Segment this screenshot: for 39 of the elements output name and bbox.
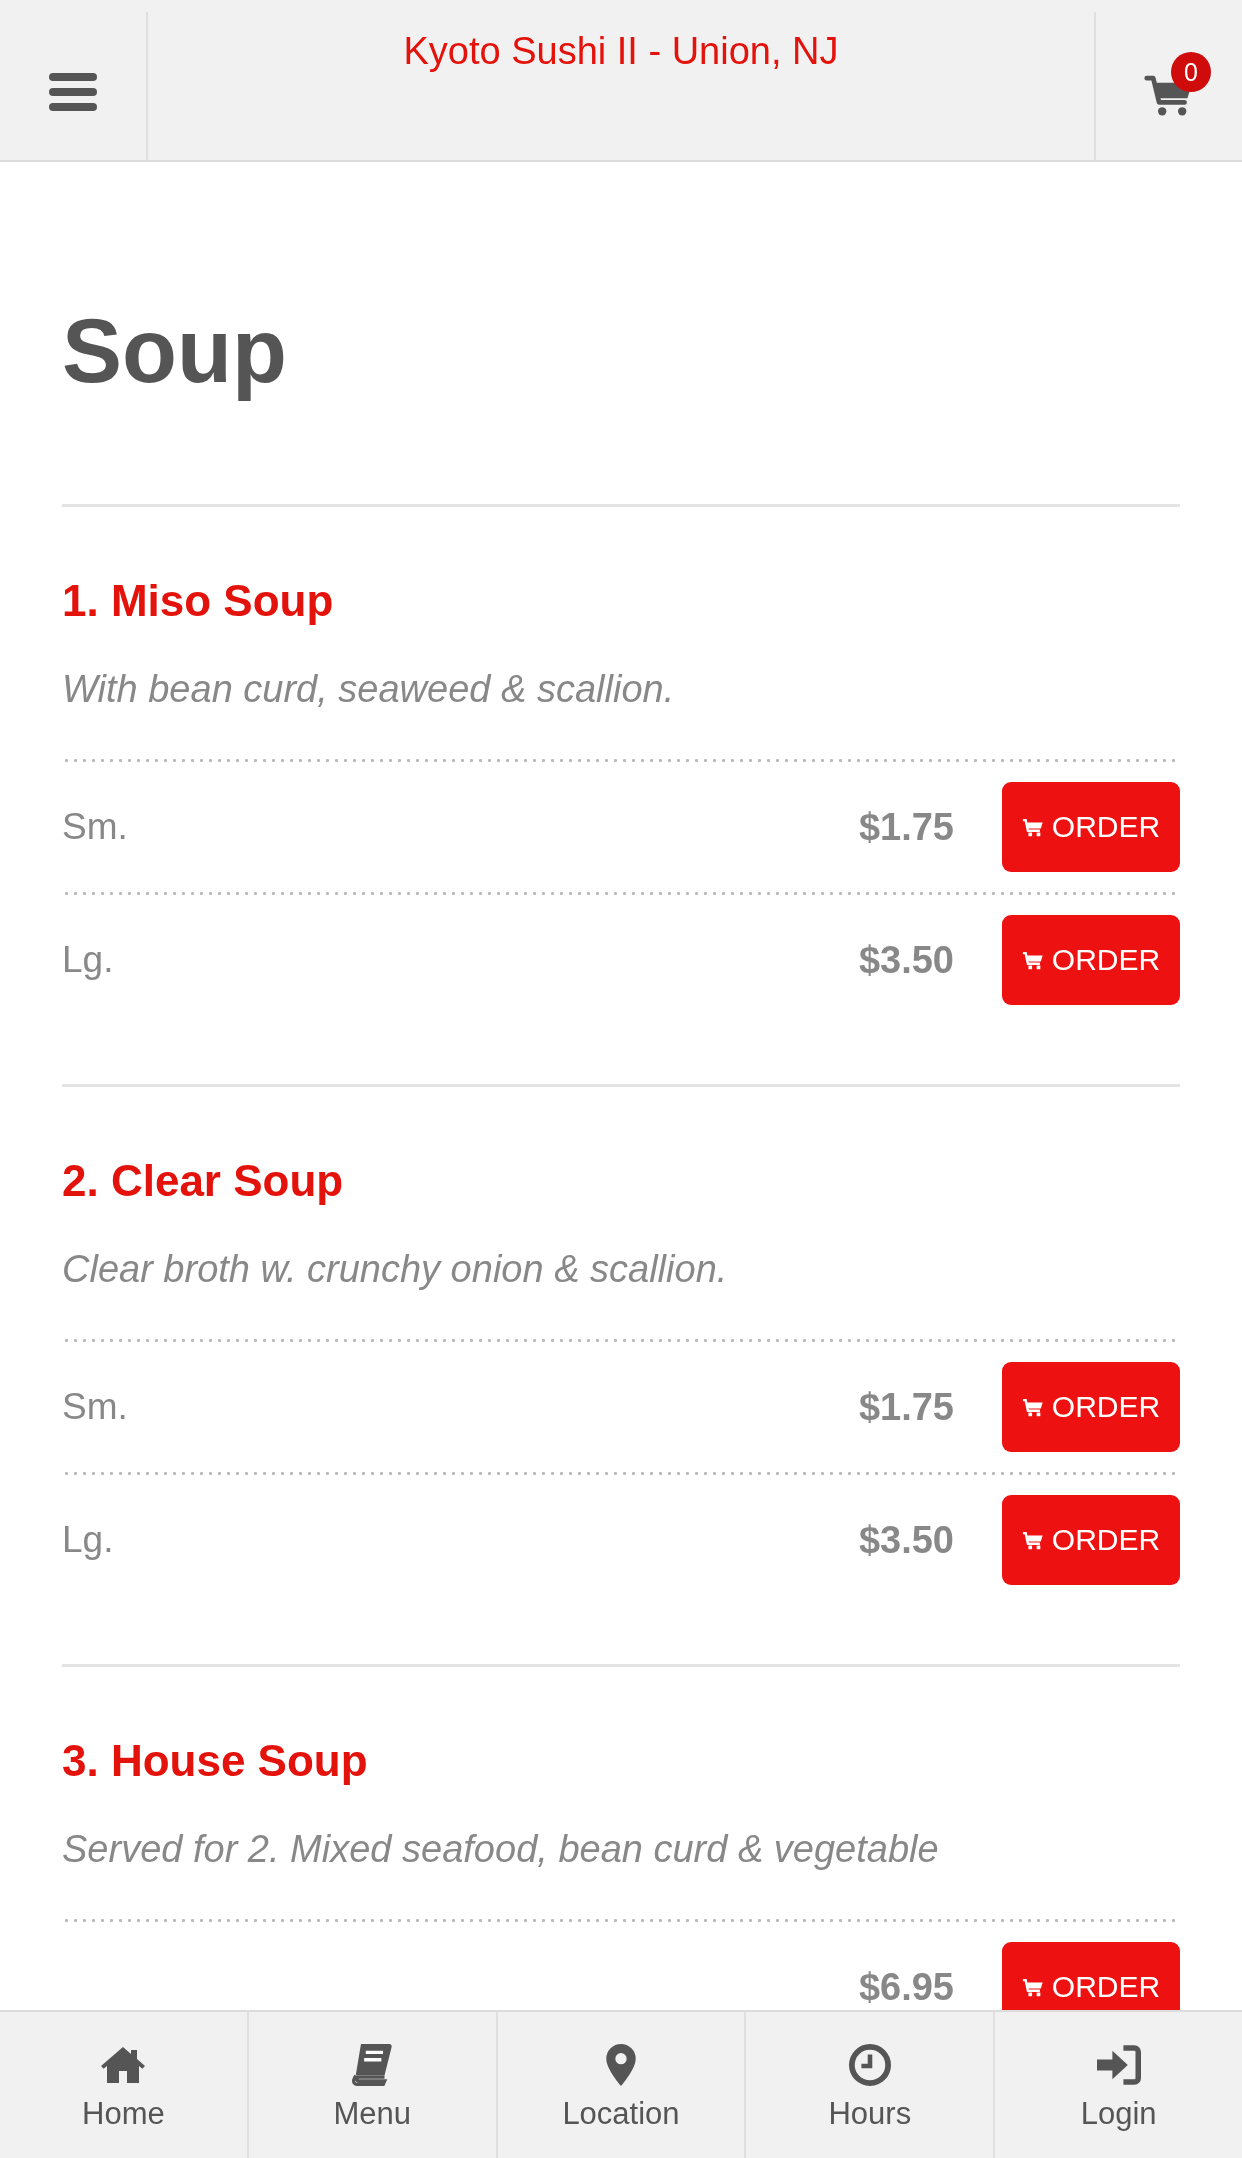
order-button[interactable]: ORDER	[1002, 1942, 1180, 2010]
nav-button[interactable]: Home	[0, 2012, 247, 2158]
home-icon	[101, 2044, 146, 2086]
restaurant-name: Kyoto Sushi II - Union, NJ	[403, 29, 839, 74]
size-label: Sm.	[62, 807, 128, 847]
item-name: 3. House Soup	[62, 1735, 369, 1787]
section-heading: Soup	[62, 300, 288, 403]
clock-icon	[847, 2044, 892, 2086]
order-button[interactable]: ORDER	[1002, 782, 1180, 872]
cart-count-badge: 0	[1171, 52, 1211, 92]
cart-icon	[1021, 1397, 1044, 1417]
order-button[interactable]: ORDER	[1002, 1495, 1180, 1585]
item-name: 2. Clear Soup	[62, 1155, 345, 1207]
size-label: Lg.	[62, 1520, 114, 1560]
cart-icon	[1021, 817, 1044, 837]
nav-button[interactable]: Menu	[246, 2012, 496, 2158]
item-name: 1. Miso Soup	[62, 575, 335, 627]
price: $1.75	[858, 1388, 954, 1426]
nav-button[interactable]: Location	[495, 2012, 745, 2158]
size-label: Sm.	[62, 1387, 128, 1427]
book-icon	[350, 2044, 395, 2086]
menu-icon	[49, 73, 97, 111]
order-button[interactable]: ORDER	[1002, 915, 1180, 1005]
nav-button[interactable]: Login	[993, 2012, 1242, 2158]
price: $6.95	[858, 1968, 954, 2006]
price: $1.75	[858, 808, 954, 846]
item-description: With bean curd, seaweed & scallion.	[62, 667, 676, 712]
cart-icon	[1021, 1977, 1044, 1997]
item-description: Served for 2. Mixed seafood, bean curd & vegetable	[62, 1827, 940, 1872]
cart-icon	[1021, 950, 1044, 970]
cart-button[interactable]: 0	[1094, 12, 1242, 160]
price: $3.50	[858, 941, 954, 979]
price: $3.50	[858, 1521, 954, 1559]
login-icon	[1096, 2044, 1141, 2086]
cart-icon	[1021, 1530, 1044, 1550]
size-label: Lg.	[62, 940, 114, 980]
order-button[interactable]: ORDER	[1002, 1362, 1180, 1452]
nav-button[interactable]: Hours	[744, 2012, 994, 2158]
item-description: Clear broth w. crunchy onion & scallion.	[62, 1247, 729, 1292]
